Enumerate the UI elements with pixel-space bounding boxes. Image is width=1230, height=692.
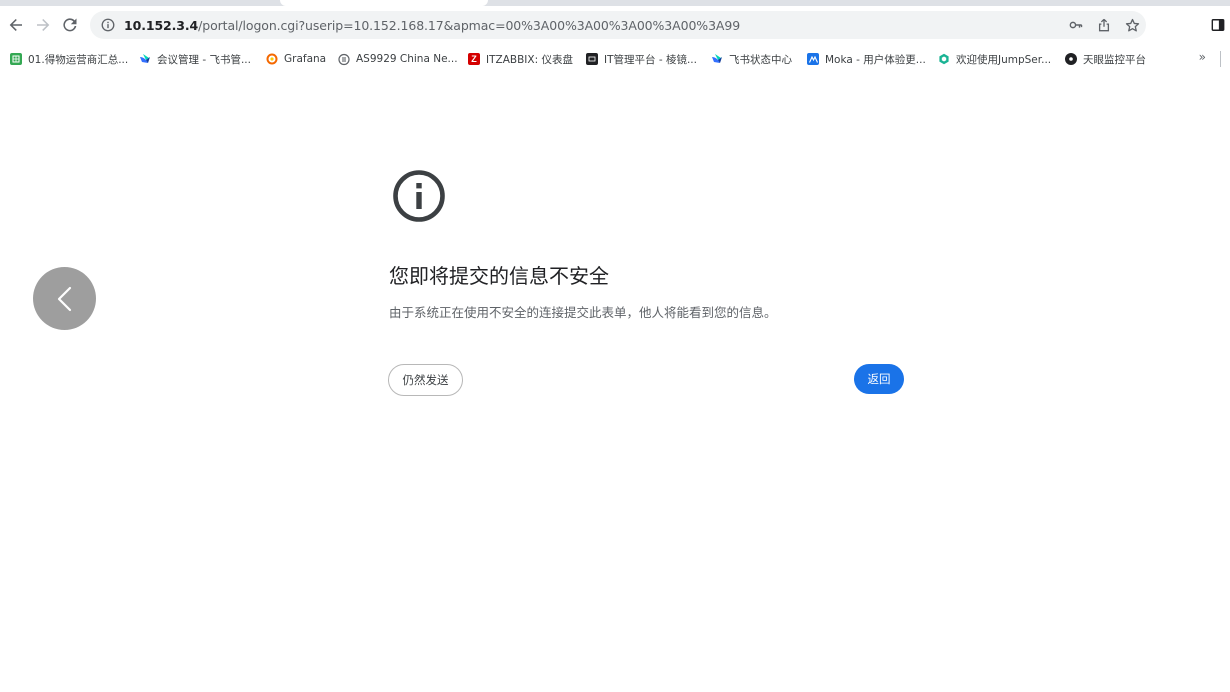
page-content: 您即将提交的信息不安全 由于系统正在使用不安全的连接提交此表单，他人将能看到您的…	[0, 74, 1230, 692]
grafana-icon	[266, 53, 278, 65]
bookmark-7[interactable]: 飞书状态中心	[711, 51, 792, 67]
bookmark-label: Moka - 用户体验更...	[825, 53, 926, 66]
zabbix-icon: Z	[468, 53, 480, 65]
bookmarks-bar: 01.得物运营商汇总... 会议管理 - 飞书管... Grafana AS99…	[0, 44, 1230, 74]
address-bar[interactable]: 10.152.3.4/portal/logon.cgi?userip=10.15…	[90, 11, 1146, 39]
bookmark-8[interactable]: Moka - 用户体验更...	[807, 51, 926, 67]
back-gesture-button[interactable]	[33, 267, 96, 330]
bookmark-label: 飞书状态中心	[729, 53, 792, 66]
chevron-more-icon[interactable]: »	[1199, 50, 1206, 64]
arrow-right-icon	[37, 19, 50, 31]
info-warning-icon	[393, 170, 445, 222]
omnibox-actions	[1062, 11, 1146, 39]
share-icon[interactable]	[1090, 11, 1118, 39]
bookmark-1[interactable]: 01.得物运营商汇总...	[10, 51, 128, 67]
bookmark-5[interactable]: Z ITZABBIX: 仪表盘	[468, 51, 573, 67]
go-back-button[interactable]: 返回	[854, 364, 904, 394]
bookmark-3[interactable]: Grafana	[266, 51, 326, 67]
bookmark-label: AS9929 China Ne...	[356, 53, 458, 65]
reload-button[interactable]	[56, 11, 84, 39]
url-host: 10.152.3.4	[124, 17, 199, 33]
bookmark-label: 01.得物运营商汇总...	[28, 53, 129, 66]
feishu-icon	[711, 53, 723, 65]
bookmarks-folder-icon[interactable]	[1220, 51, 1230, 67]
bookmark-label: 会议管理 - 飞书管...	[157, 53, 251, 66]
side-panel-icon[interactable]	[1208, 15, 1228, 35]
page-title: 您即将提交的信息不安全	[389, 264, 609, 288]
eye-icon	[1065, 53, 1077, 65]
bookmark-6[interactable]: IT管理平台 - 棱镜...	[586, 51, 697, 67]
moka-icon	[807, 53, 819, 65]
bookmark-label: 天眼监控平台	[1083, 53, 1146, 66]
globe-icon	[338, 53, 350, 65]
bookmark-9[interactable]: 欢迎使用JumpSer...	[938, 51, 1051, 67]
warning-description: 由于系统正在使用不安全的连接提交此表单，他人将能看到您的信息。	[389, 305, 777, 320]
bookmark-label: Grafana	[284, 53, 327, 65]
send-anyway-button[interactable]: 仍然发送	[388, 364, 463, 396]
bookmark-label: IT管理平台 - 棱镜...	[604, 53, 697, 66]
bookmark-label: 欢迎使用JumpSer...	[956, 53, 1052, 66]
jumpserver-icon	[938, 53, 950, 65]
feishu-icon	[139, 53, 151, 65]
reload-icon	[63, 18, 77, 32]
bookmark-label: ITZABBIX: 仪表盘	[486, 53, 573, 66]
forward-button[interactable]	[29, 11, 57, 39]
bookmark-4[interactable]: AS9929 China Ne...	[338, 51, 458, 67]
bookmark-star-icon[interactable]	[1118, 11, 1146, 39]
bookmark-2[interactable]: 会议管理 - 飞书管...	[139, 51, 251, 67]
it-platform-icon	[586, 53, 598, 65]
arrow-left-icon	[9, 19, 22, 31]
browser-toolbar: 10.152.3.4/portal/logon.cgi?userip=10.15…	[0, 6, 1230, 44]
chevron-left-icon	[57, 286, 71, 311]
url-path: /portal/logon.cgi?userip=10.152.168.17&a…	[198, 17, 741, 33]
site-info-icon[interactable]	[99, 16, 117, 34]
url-text[interactable]: 10.152.3.4/portal/logon.cgi?userip=10.15…	[124, 18, 740, 33]
key-icon[interactable]	[1062, 11, 1090, 39]
back-button[interactable]	[2, 11, 30, 39]
sheet-icon	[10, 53, 22, 65]
bookmark-10[interactable]: 天眼监控平台	[1065, 51, 1146, 67]
